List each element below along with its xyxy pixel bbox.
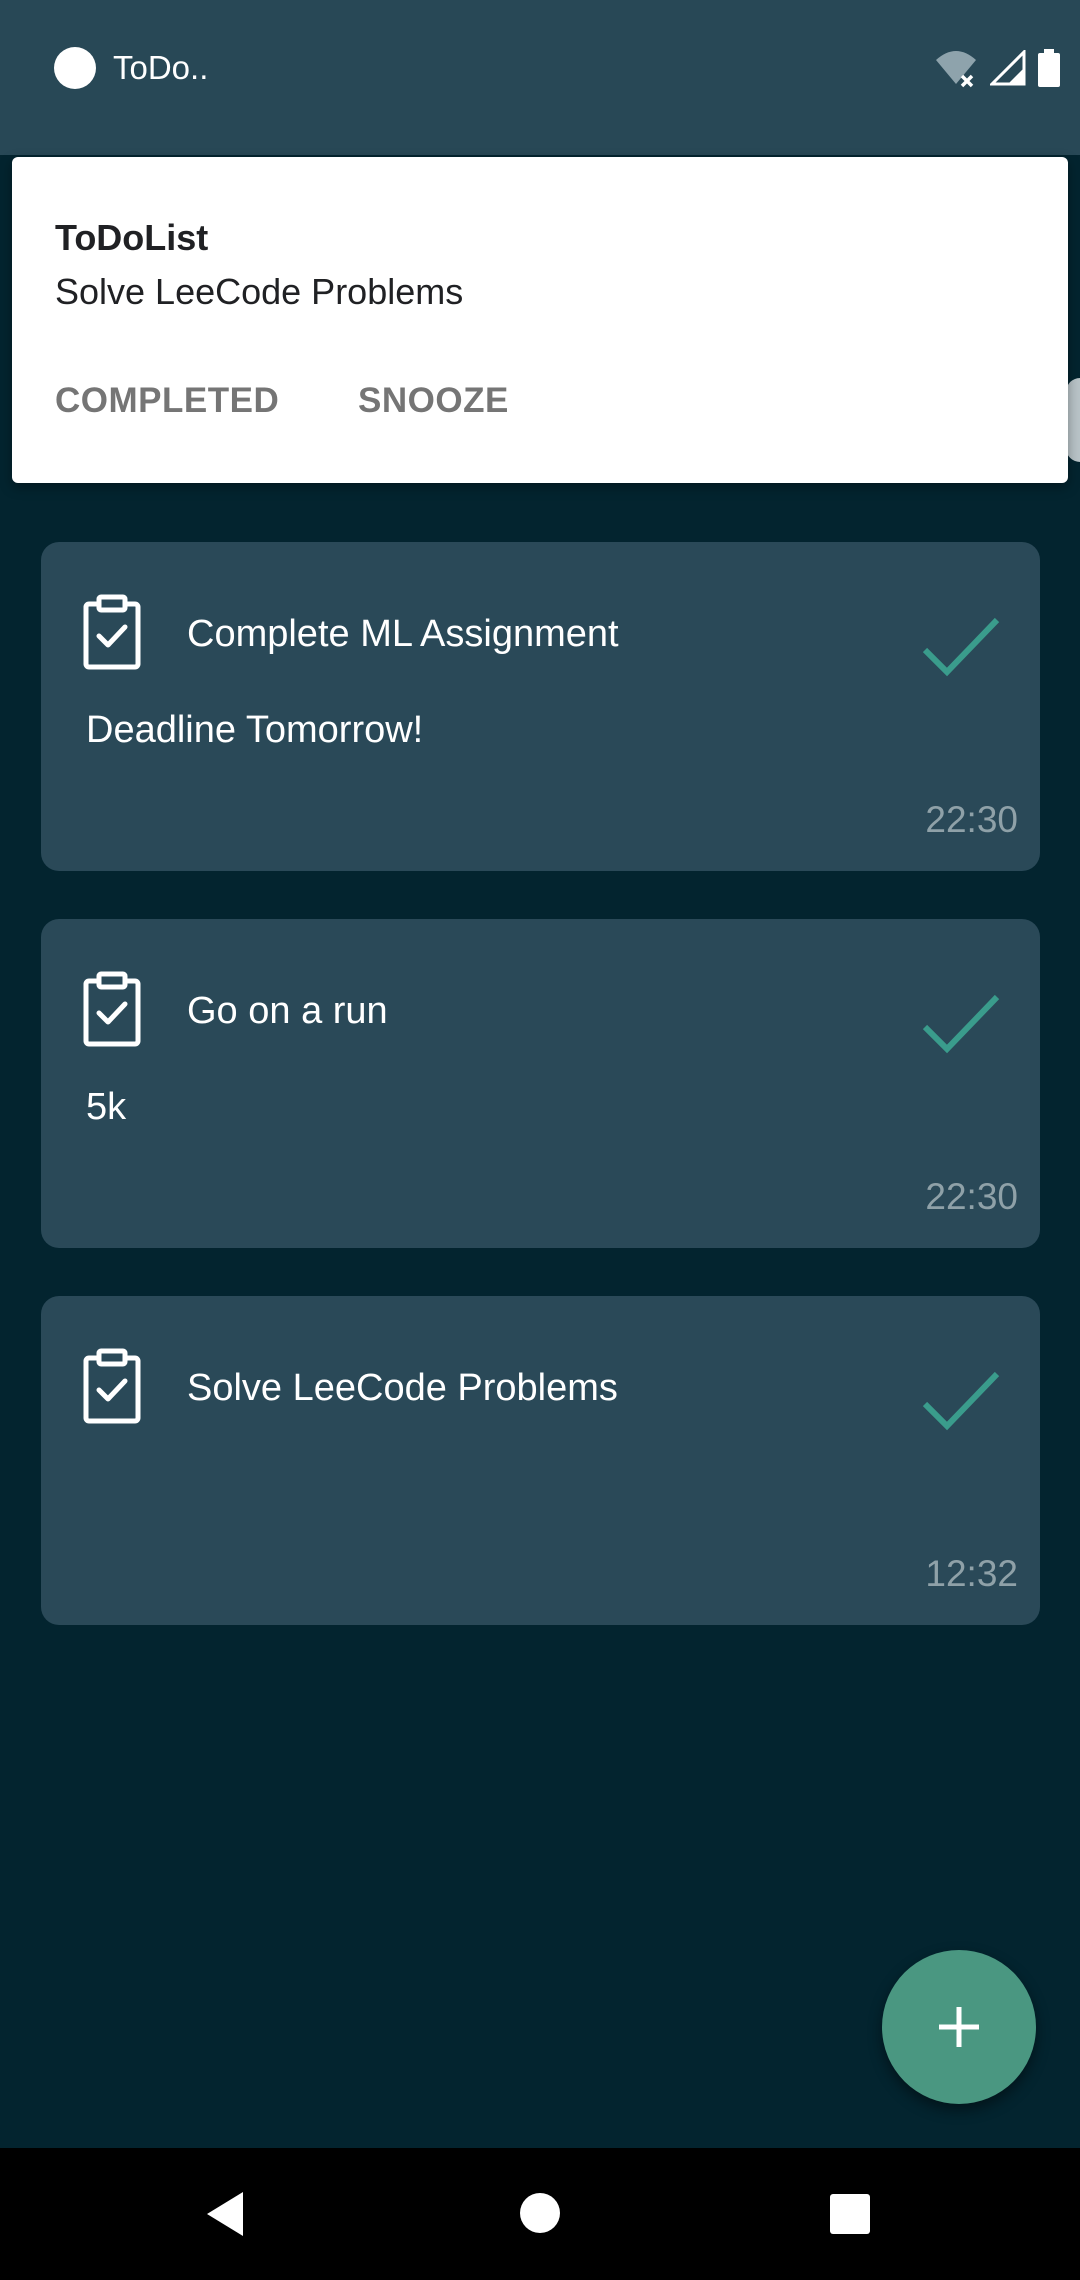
complete-check-icon[interactable] [921,1368,1001,1432]
completed-button[interactable]: COMPLETED [55,381,279,421]
complete-check-icon[interactable] [921,991,1001,1055]
task-title: Complete ML Assignment [187,613,619,655]
plus-icon [939,2007,979,2047]
recents-icon[interactable] [829,2193,871,2235]
complete-check-icon[interactable] [921,614,1001,678]
task-title: Go on a run [187,990,388,1032]
notification-card[interactable]: ToDoList Solve LeeCode Problems COMPLETE… [12,157,1068,483]
home-icon[interactable] [519,2192,561,2234]
status-app-label: ToDo.. [113,49,209,86]
signal-icon [990,50,1026,86]
notification-peek-edge [1066,378,1080,462]
task-card[interactable]: Go on a run 5k 22:30 [41,919,1040,1248]
clipboard-check-icon [83,594,141,670]
add-task-button[interactable] [882,1950,1036,2104]
task-time: 22:30 [925,799,1018,840]
status-icons [934,45,1060,91]
wifi-off-icon [936,51,976,88]
task-card[interactable]: Solve LeeCode Problems 12:32 [41,1296,1040,1625]
screen: ToDo.. ToDoList Solve LeeCode Problems C… [0,0,1080,2280]
task-description: 5k [86,1086,127,1128]
notification-dot-icon [54,47,96,89]
clipboard-check-icon [83,1348,141,1424]
snooze-button[interactable]: SNOOZE [358,381,509,421]
status-bar: ToDo.. [0,0,1080,155]
task-time: 22:30 [925,1176,1018,1217]
task-card[interactable]: Complete ML Assignment Deadline Tomorrow… [41,542,1040,871]
task-time: 12:32 [925,1553,1018,1594]
navigation-bar [0,2148,1080,2280]
battery-icon [1038,49,1060,87]
notification-text: Solve LeeCode Problems [55,271,464,312]
back-icon[interactable] [205,2190,245,2238]
task-description: Deadline Tomorrow! [86,709,424,751]
clipboard-check-icon [83,971,141,1047]
notification-app-name: ToDoList [55,217,209,258]
task-title: Solve LeeCode Problems [187,1367,618,1409]
